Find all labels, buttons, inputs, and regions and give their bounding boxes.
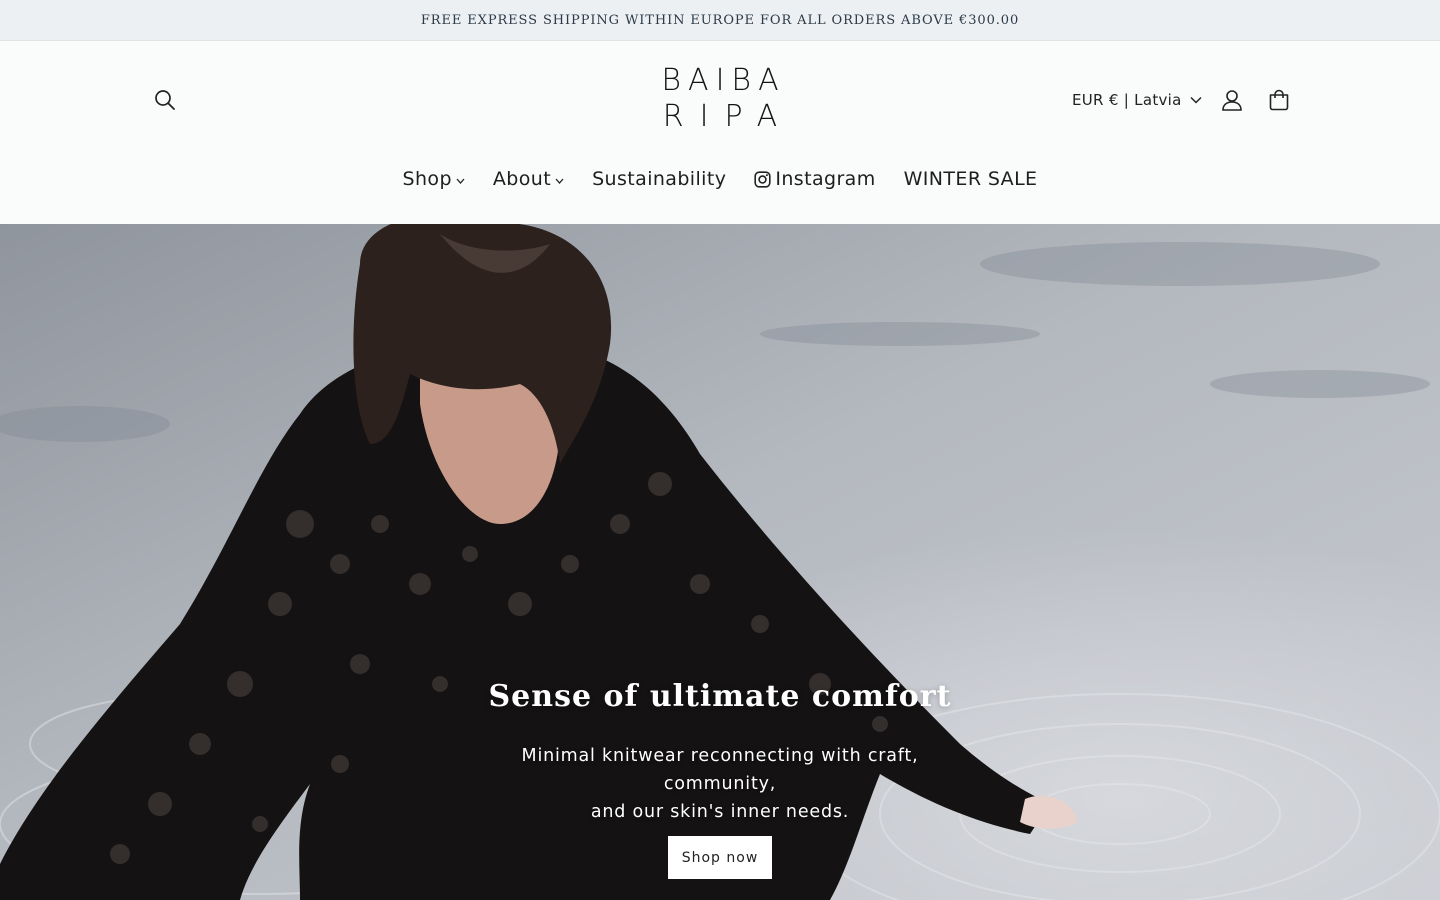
- nav-label: WINTER SALE: [903, 168, 1038, 190]
- search-button[interactable]: [143, 78, 187, 122]
- nav-item-sustainability[interactable]: Sustainability: [578, 168, 740, 190]
- site-header: BAIBA RIPA EUR € | Latvia Shop About Sus…: [0, 41, 1440, 224]
- hero-subtitle-line-1: Minimal knitwear reconnecting with craft…: [521, 746, 919, 794]
- hero-subtitle-line-2: and our skin's inner needs.: [590, 802, 850, 822]
- logo-line-2: RIPA: [662, 99, 794, 134]
- nav-label: Sustainability: [592, 168, 727, 190]
- chevron-down-icon: [1190, 96, 1202, 104]
- hero-subtitle: Minimal knitwear reconnecting with craft…: [470, 742, 970, 826]
- nav-item-about[interactable]: About: [479, 168, 578, 190]
- search-icon: [155, 90, 175, 110]
- cart-button[interactable]: [1257, 78, 1301, 122]
- nav-item-shop[interactable]: Shop: [389, 168, 479, 190]
- shopping-bag-icon: [1269, 89, 1289, 111]
- nav-label: Shop: [402, 168, 452, 190]
- hero-banner: Sense of ultimate comfort Minimal knitwe…: [0, 224, 1440, 900]
- hero-title: Sense of ultimate comfort: [488, 679, 952, 714]
- brand-logo[interactable]: BAIBA RIPA: [620, 63, 820, 139]
- chevron-down-icon: [456, 178, 465, 184]
- logo-line-1: BAIBA: [661, 63, 786, 98]
- chevron-down-icon: [555, 178, 564, 184]
- locale-label: EUR € | Latvia: [1072, 91, 1182, 109]
- currency-country-selector[interactable]: EUR € | Latvia: [1072, 87, 1202, 113]
- main-navigation: Shop About Sustainability Instagram WINT…: [0, 165, 1440, 193]
- nav-label: About: [492, 168, 552, 190]
- nav-item-winter-sale[interactable]: WINTER SALE: [890, 168, 1052, 190]
- nav-item-instagram[interactable]: Instagram: [740, 168, 889, 190]
- announcement-text: FREE EXPRESS SHIPPING WITHIN EUROPE FOR …: [420, 12, 1020, 28]
- nav-label: Instagram: [775, 168, 876, 190]
- instagram-icon: [754, 170, 771, 188]
- user-icon: [1222, 90, 1242, 111]
- shop-now-button[interactable]: Shop now: [668, 836, 772, 879]
- announcement-bar: FREE EXPRESS SHIPPING WITHIN EUROPE FOR …: [0, 0, 1440, 41]
- account-button[interactable]: [1210, 78, 1254, 122]
